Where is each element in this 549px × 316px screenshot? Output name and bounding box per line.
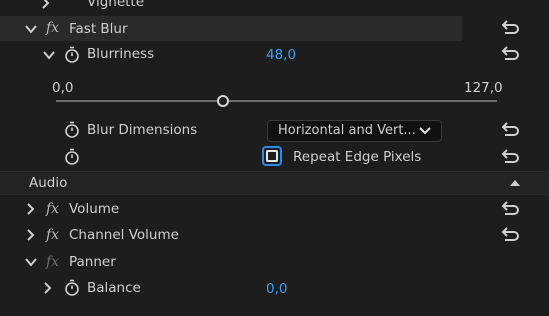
blurriness-value[interactable]: 48,0 — [266, 46, 296, 64]
property-row-blur-dimensions: Blur Dimensions Horizontal and Vert... — [0, 118, 549, 142]
effect-row-fast-blur[interactable]: fx Fast Blur — [0, 16, 549, 41]
property-label-balance: Balance — [87, 280, 141, 296]
chevron-down-icon[interactable] — [24, 255, 38, 269]
stopwatch-icon[interactable] — [64, 148, 80, 166]
slider-min-label: 0,0 — [52, 80, 74, 96]
effect-label-panner: Panner — [69, 254, 116, 270]
slider-track[interactable] — [56, 100, 497, 102]
effect-label-volume: Volume — [69, 201, 120, 217]
effect-row-panner[interactable]: fx Panner — [0, 250, 549, 274]
dropdown-selected-value: Horizontal and Vert... — [278, 123, 416, 138]
effect-label-vignette: Vignette — [87, 0, 145, 10]
reset-icon[interactable] — [499, 199, 521, 219]
property-row-balance: Balance 0,0 — [0, 277, 549, 301]
slider-max-label: 127,0 — [464, 80, 503, 96]
effect-row-channel-volume[interactable]: fx Channel Volume — [0, 223, 549, 247]
repeat-edge-checkbox[interactable] — [262, 146, 282, 166]
property-row-repeat-edge: Repeat Edge Pixels — [0, 145, 549, 169]
section-header-audio[interactable]: Audio — [0, 171, 549, 195]
blurriness-slider-row: 0,0 127,0 — [0, 78, 549, 112]
stopwatch-icon[interactable] — [64, 46, 80, 64]
fx-icon[interactable]: fx — [46, 253, 59, 271]
repeat-edge-label[interactable]: Repeat Edge Pixels — [293, 148, 421, 166]
chevron-right-icon[interactable] — [38, 0, 52, 10]
chevron-right-icon[interactable] — [23, 228, 37, 242]
stopwatch-icon[interactable] — [64, 121, 80, 139]
reset-icon[interactable] — [499, 44, 521, 64]
checkbox-icon — [266, 150, 278, 162]
fx-icon[interactable]: fx — [46, 200, 59, 218]
fx-icon[interactable]: fx — [46, 19, 59, 37]
chevron-right-icon[interactable] — [40, 281, 54, 295]
reset-icon[interactable] — [499, 225, 521, 245]
reset-icon[interactable] — [499, 147, 521, 167]
stopwatch-icon[interactable] — [64, 279, 80, 297]
dropdown-chevron-icon — [419, 127, 431, 135]
reset-icon[interactable] — [499, 120, 521, 140]
section-label-audio: Audio — [29, 175, 68, 191]
chevron-down-icon[interactable] — [24, 22, 38, 36]
effect-row-volume[interactable]: fx Volume — [0, 197, 549, 221]
reset-icon[interactable] — [499, 18, 521, 38]
property-label-blur-dimensions: Blur Dimensions — [87, 122, 198, 138]
fx-icon[interactable]: fx — [46, 226, 59, 244]
effect-row-vignette[interactable]: Vignette — [0, 0, 549, 16]
property-row-blurriness: Blurriness 48,0 — [0, 44, 549, 66]
property-label-blurriness: Blurriness — [87, 46, 155, 62]
collapse-up-icon[interactable] — [509, 179, 521, 187]
balance-value[interactable]: 0,0 — [266, 280, 287, 298]
blur-dimensions-dropdown[interactable]: Horizontal and Vert... — [267, 120, 442, 142]
chevron-right-icon[interactable] — [23, 202, 37, 216]
effect-label-fast-blur: Fast Blur — [69, 21, 128, 37]
chevron-down-icon[interactable] — [42, 48, 56, 62]
effect-label-channel-volume: Channel Volume — [69, 227, 179, 243]
slider-thumb[interactable] — [216, 95, 229, 107]
